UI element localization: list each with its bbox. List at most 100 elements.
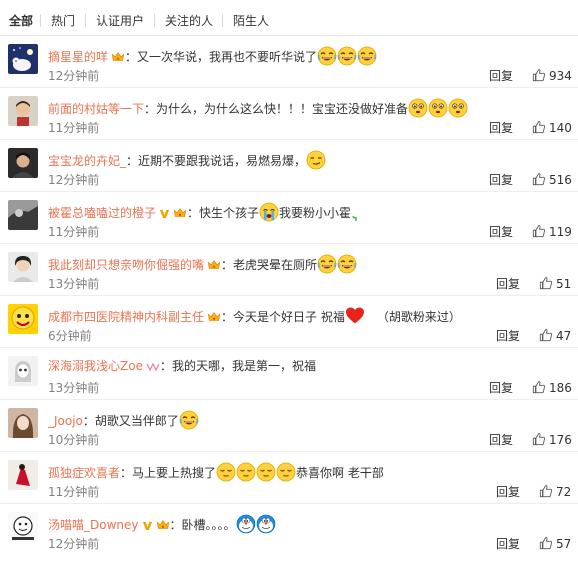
comment-item: 摘星星的咩 ：又一次华说，我再也不要听华说了 12分钟前 回复 934 [0,36,578,88]
comment-content: 孤独症欢喜者：马上要上热搜了 恭喜你啊 老干部 [48,462,384,482]
relieved-face-emoji-icon [216,462,236,482]
comment-content: 前面的村姑等一下：为什么，为什么这么快！！！宝宝还没做好准备 [48,98,468,118]
comment-text: ：老虎哭晕在厕所 [221,258,318,272]
comment-time: 10分钟前 [48,433,100,447]
like-button[interactable]: 51 [539,276,571,291]
reply-button[interactable]: 回复 [496,329,520,343]
reply-button[interactable]: 回复 [489,69,513,83]
relieved-face-emoji-icon [256,462,276,482]
like-button[interactable]: 119 [532,224,572,239]
heart-emoji-icon [345,306,365,326]
reply-button[interactable]: 回复 [489,225,513,239]
comment-username[interactable]: 汤喵喵_Downey [48,518,139,532]
like-count: 119 [549,225,572,239]
reply-button[interactable]: 回复 [496,485,520,499]
comment-time: 11分钟前 [48,485,100,499]
comment-username[interactable]: 前面的村姑等一下 [48,102,144,116]
avatar[interactable] [8,252,38,282]
comment-item: _Joojo：胡歌又当伴郎了 10分钟前 回复 176 [0,400,578,452]
thumbs-up-icon [532,224,546,238]
comment-text-continued: （胡歌粉来过） [376,310,461,324]
crown-badge-icon [173,207,187,219]
comment-username[interactable]: 我此刻却只想亲吻你倔强的嘴 [48,258,204,272]
comment-text: ：今天是个好日子 祝福 [221,310,345,324]
comment-username[interactable]: 孤独症欢喜者 [48,466,120,480]
comment-filter-tabs: 全部 热门 认证用户 关注的人 陌生人 [0,0,578,36]
comment-username[interactable]: 摘星星的咩 [48,50,108,64]
tab-all[interactable]: 全部 [9,14,33,28]
like-button[interactable]: 176 [532,432,572,447]
comment-text: ：卧槽。。。。 [169,518,236,532]
avatar[interactable] [8,96,38,126]
comment-time: 11分钟前 [48,121,100,135]
verified-v-badge-icon [142,520,153,531]
crown-badge-icon [111,51,125,63]
comment-username[interactable]: 被霍总嗑嗑过的橙子 [48,206,156,220]
thumbs-up-icon [532,380,546,394]
tab-hot[interactable]: 热门 [51,14,75,28]
tab-divider [85,14,86,27]
tab-verified-users[interactable]: 认证用户 [96,14,144,28]
avatar[interactable] [8,512,38,542]
relieved-face-emoji-icon [236,462,256,482]
avatar[interactable] [8,356,38,386]
tab-following[interactable]: 关注的人 [165,14,213,28]
like-count: 140 [549,121,572,135]
like-button[interactable]: 47 [539,328,571,343]
reply-button[interactable]: 回复 [489,173,513,187]
like-button[interactable]: 140 [532,120,572,135]
comment-content: 深海溺我浅心Zoe ：我的天哪，我是第一，祝福 [48,358,316,374]
comment-text-continued: 恭喜你啊 老干部 [296,466,384,480]
reply-button[interactable]: 回复 [496,537,520,551]
avatar[interactable] [8,408,38,438]
reply-button[interactable]: 回复 [489,381,513,395]
comment-username[interactable]: _Joojo [48,414,83,428]
like-count: 57 [556,537,572,551]
comment-username[interactable]: 宝宝龙的卉妃_ [48,154,126,168]
like-button[interactable]: 72 [539,484,571,499]
reply-button[interactable]: 回复 [489,433,513,447]
reply-button[interactable]: 回复 [496,277,520,291]
comment-text: ：又一次华说，我再也不要听华说了 [125,50,318,64]
verified-v-badge-icon [159,208,170,219]
comment-time: 11分钟前 [48,225,100,239]
avatar[interactable] [8,200,38,230]
comment-item: 成都市四医院精神内科副主任 ：今天是个好日子 祝福 （胡歌粉来过） 6分钟前 回复 … [0,296,578,348]
vip-badge-icon [146,362,160,372]
comment-item: 宝宝龙的卉妃_：近期不要跟我说话，易燃易爆， 12分钟前 回复 516 [0,140,578,192]
comment-item: 汤喵喵_Downey ：卧槽。。。。 12分钟前 回复 57 [0,504,578,567]
comment-item: 孤独症欢喜者：马上要上热搜了 恭喜你啊 老干部 11分钟前 回复 72 [0,452,578,504]
like-button[interactable]: 516 [532,172,572,187]
tab-divider [40,14,41,27]
like-button[interactable]: 934 [532,68,572,83]
crown-badge-icon [156,519,170,531]
like-button[interactable]: 57 [539,536,571,551]
comment-content: 摘星星的咩 ：又一次华说，我再也不要听华说了 [48,46,377,66]
like-button[interactable]: 186 [532,380,572,395]
crying-face-emoji-icon [259,202,279,222]
reply-button[interactable]: 回复 [489,121,513,135]
laugh-cry-emoji-icon [337,46,357,66]
comment-time: 12分钟前 [48,537,100,551]
comment-time: 6分钟前 [48,329,92,343]
comment-username[interactable]: 深海溺我浅心Zoe [48,359,143,373]
avatar[interactable] [8,460,38,490]
comment-text: ：近期不要跟我说话，易燃易爆， [126,154,307,168]
laugh-cry-emoji-icon [337,254,357,274]
comment-username[interactable]: 成都市四医院精神内科副主任 [48,310,204,324]
comment-item: 被霍总嗑嗑过的橙子 ：快生个孩子 我要粉小小霍 11分钟前 回复 119 [0,192,578,244]
like-count: 51 [556,277,572,291]
tab-divider [154,14,155,27]
doraemon-emoji-icon [256,514,276,534]
avatar[interactable] [8,148,38,178]
like-count: 516 [549,173,572,187]
comment-time: 12分钟前 [48,173,100,187]
avatar[interactable] [8,304,38,334]
avatar[interactable] [8,44,38,74]
comment-item: 深海溺我浅心Zoe ：我的天哪，我是第一，祝福 13分钟前 回复 186 [0,348,578,400]
comment-content: 被霍总嗑嗑过的橙子 ：快生个孩子 我要粉小小霍 [48,202,361,222]
tab-strangers[interactable]: 陌生人 [233,14,269,28]
thumbs-up-icon [539,328,553,342]
comment-item: 我此刻却只想亲吻你倔强的嘴 ：老虎哭晕在厕所 13分钟前 回复 51 [0,244,578,296]
like-count: 176 [549,433,572,447]
